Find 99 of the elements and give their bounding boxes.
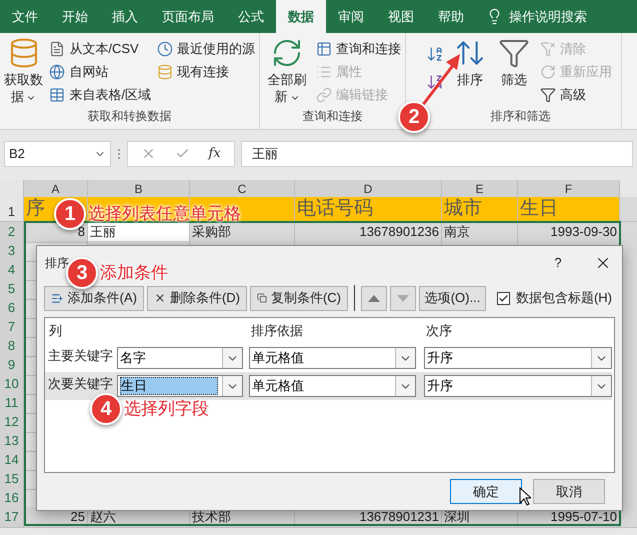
dropdown-field[interactable]: 生日 (117, 375, 243, 397)
ribbon-tab[interactable]: 开始 (50, 0, 100, 33)
row-header[interactable]: 3 (0, 241, 24, 262)
refresh-icon (271, 37, 303, 69)
ribbon-button[interactable]: 最近使用的源 (157, 37, 255, 60)
sort-level-row[interactable]: 主要关键字 名字 单元格值 升序 (45, 344, 612, 372)
add-level-button[interactable]: 添加条件(A) (44, 286, 144, 310)
name-box[interactable]: B2 (4, 140, 111, 166)
document-icon (49, 40, 66, 56)
filter-icon (540, 86, 556, 102)
mouse-cursor-icon (519, 487, 531, 506)
copy-icon (257, 291, 267, 305)
ribbon-button[interactable]: 排序 (452, 37, 488, 107)
table-icon (316, 40, 332, 56)
ribbon-tab[interactable]: 视图 (376, 0, 426, 33)
column-heading: 次序 (426, 322, 452, 340)
header-cell: 电话号码 (295, 197, 442, 222)
ribbon-tab[interactable]: 审阅 (326, 0, 376, 33)
options-button[interactable]: 选项(O)... (419, 286, 486, 310)
sort-ascending-icon (426, 45, 444, 63)
sort-level-row[interactable]: 次要关键字 生日 单元格值 升序 (45, 372, 612, 400)
row-header[interactable]: 8 (0, 336, 24, 356)
delete-level-button[interactable]: 删除条件(D) (147, 286, 247, 310)
dropdown-field[interactable]: 升序 (424, 375, 612, 397)
table-icon (49, 86, 66, 102)
row-header[interactable]: 4 (0, 260, 24, 280)
filter-icon (498, 37, 530, 69)
ribbon-button[interactable]: 获取数据 (4, 37, 44, 107)
column-header[interactable]: F (518, 180, 620, 199)
row-header[interactable]: 16 (0, 488, 24, 508)
globe-icon (49, 64, 66, 80)
row-header[interactable]: 14 (0, 450, 24, 470)
formula-field[interactable]: 王丽 (241, 140, 633, 166)
column-heading: 排序依据 (251, 322, 303, 340)
dialog-button[interactable]: 确定 (450, 479, 522, 504)
table-cell (620, 507, 637, 528)
check-icon (498, 292, 509, 304)
row-header[interactable]: 9 (0, 355, 24, 376)
column-header[interactable]: A (24, 180, 88, 199)
link-icon (316, 86, 332, 102)
ribbon-button[interactable]: 自网站 (49, 60, 151, 83)
dropdown-field[interactable]: 单元格值 (249, 375, 416, 397)
group-label: 获取和转换数据 (88, 108, 172, 125)
row-header[interactable]: 7 (0, 317, 24, 338)
dropdown-field[interactable]: 单元格值 (249, 347, 416, 369)
group-label: 查询和连接 (302, 108, 362, 125)
dropdown-field[interactable]: 名字 (117, 347, 243, 369)
ribbon-tab[interactable]: 数据 (276, 0, 326, 33)
row-header[interactable]: 11 (0, 393, 24, 414)
annotation-text: 选择列字段 (124, 398, 209, 420)
copy-level-button[interactable]: 复制条件(C) (250, 286, 348, 310)
ribbon-tab[interactable]: 页面布局 (150, 0, 226, 33)
ribbon-button[interactable]: 来自表格/区域 (49, 83, 151, 106)
filter-clear-icon (540, 40, 556, 56)
column-heading: 列 (49, 322, 62, 340)
annotation-text: 添加条件 (100, 262, 168, 284)
column-header[interactable]: E (442, 180, 518, 199)
database-icon (157, 64, 173, 80)
level-label: 次要关键字 (48, 375, 113, 393)
dropdown-field[interactable]: 升序 (424, 347, 612, 369)
move-up-button[interactable] (361, 286, 387, 310)
ribbon-tab[interactable]: 公式 (226, 0, 276, 33)
tell-me-search[interactable]: 操作说明搜索 (509, 6, 587, 26)
column-header[interactable]: D (295, 180, 442, 199)
ribbon-button[interactable]: 从文本/CSV (49, 37, 151, 60)
triangle-up-icon (368, 294, 380, 302)
row-header[interactable]: 15 (0, 469, 24, 490)
ribbon-tab[interactable]: 文件 (0, 0, 50, 33)
drag-handle-icon[interactable] (117, 148, 121, 160)
headers-checkbox[interactable]: 数据包含标题(H) (496, 288, 612, 308)
level-label: 主要关键字 (48, 347, 113, 365)
table-cell (620, 197, 637, 222)
ribbon-tab[interactable]: 插入 (100, 0, 150, 33)
row-header[interactable]: 12 (0, 412, 24, 432)
row-header[interactable]: 2 (0, 222, 24, 242)
group-label: 排序和筛选 (490, 108, 550, 125)
ribbon-tab[interactable]: 帮助 (426, 0, 476, 33)
dialog-button[interactable]: 取消 (533, 479, 605, 504)
ribbon-button[interactable]: 全部刷新 (264, 37, 310, 107)
row-header[interactable]: 17 (0, 507, 24, 528)
header-cell: 生日 (518, 197, 620, 222)
header-cell: 城市 (442, 197, 518, 222)
insert-function-button[interactable]: fx (208, 144, 221, 164)
clock-icon (157, 40, 173, 56)
row-header[interactable]: 5 (0, 279, 24, 300)
ribbon-button[interactable]: 查询和连接 (316, 37, 401, 60)
row-header[interactable]: 13 (0, 431, 24, 452)
sort-descending-icon (426, 73, 444, 91)
row-header[interactable]: 10 (0, 374, 24, 394)
row-header[interactable]: 6 (0, 298, 24, 318)
table-cell: 王丽 (88, 222, 190, 242)
refresh-icon (540, 64, 556, 80)
row-header[interactable]: 1 (0, 197, 24, 222)
ribbon-button[interactable]: 高级 (540, 83, 612, 106)
help-button[interactable]: ? (548, 253, 568, 273)
dialog-title: 排序 (45, 255, 69, 272)
triangle-down-icon (397, 294, 409, 302)
ribbon-button[interactable]: 现有连接 (157, 60, 255, 83)
ribbon-button[interactable]: 筛选 (494, 37, 534, 107)
